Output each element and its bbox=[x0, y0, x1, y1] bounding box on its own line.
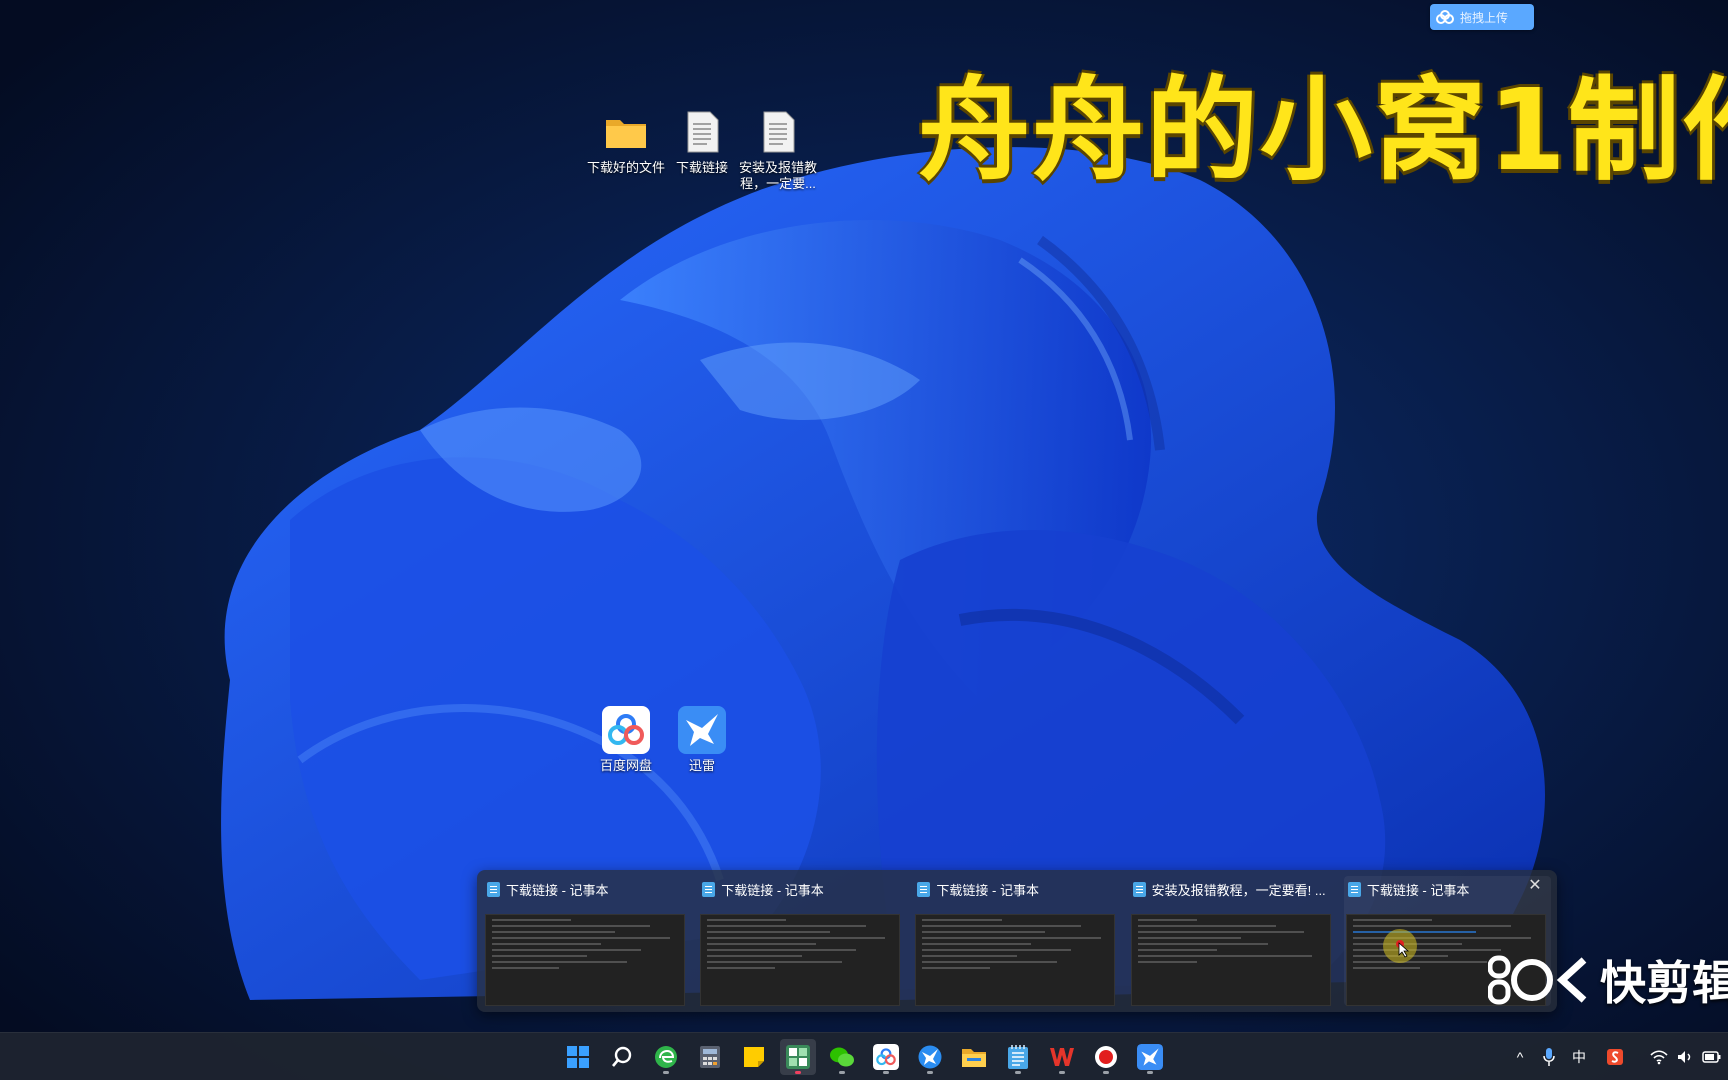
taskbar-app-wechat[interactable] bbox=[824, 1039, 860, 1075]
running-indicator bbox=[1059, 1071, 1065, 1074]
running-indicator bbox=[795, 1071, 801, 1074]
search-icon bbox=[612, 1046, 632, 1067]
taskbar: ^ 中 bbox=[0, 1032, 1728, 1080]
window-thumbnail bbox=[1130, 914, 1331, 1006]
start-icon bbox=[567, 1046, 589, 1068]
kuaijian-logo-text: 快剪辑 bbox=[1600, 957, 1728, 1009]
feishu-icon bbox=[1137, 1044, 1163, 1070]
window-preview-2[interactable]: 下载链接 - 记事本 bbox=[698, 876, 905, 1006]
watermark-title: 舟舟的小窝1制作 bbox=[918, 66, 1728, 196]
baidu-netdisk-icon bbox=[873, 1044, 899, 1070]
desktop-icon-label: 下载链接 bbox=[675, 160, 728, 175]
taskbar-app-notepad[interactable] bbox=[1000, 1039, 1036, 1075]
folder-icon bbox=[606, 120, 646, 148]
running-indicator bbox=[663, 1071, 669, 1074]
wifi-icon[interactable] bbox=[1650, 1049, 1668, 1065]
record-icon bbox=[1095, 1046, 1117, 1068]
notepad-icon bbox=[1132, 881, 1146, 897]
battery-icon[interactable] bbox=[1702, 1049, 1722, 1065]
window-thumbnail bbox=[485, 914, 685, 1006]
notepad-icon bbox=[702, 881, 716, 897]
taskbar-app-baidu-netdisk[interactable] bbox=[868, 1039, 904, 1075]
running-indicator bbox=[839, 1071, 845, 1074]
taskbar-app-xunlei[interactable] bbox=[912, 1039, 948, 1075]
running-indicator bbox=[1015, 1071, 1021, 1074]
notepad-icon bbox=[1347, 881, 1361, 897]
window-preview-1[interactable]: 下载链接 - 记事本 bbox=[483, 876, 690, 1006]
input-method-indicator[interactable]: 中 bbox=[1572, 1047, 1586, 1067]
kuaijian-logo: 快剪辑 bbox=[1488, 950, 1728, 1010]
drag-upload-label: 拖拽上传 bbox=[1460, 10, 1509, 25]
taskbar-app-task-view[interactable] bbox=[780, 1039, 816, 1075]
taskbar-app-sticky-notes[interactable] bbox=[736, 1039, 772, 1075]
kuaijian-logo-icon bbox=[1488, 955, 1587, 1005]
microphone-icon[interactable] bbox=[1542, 1047, 1556, 1067]
desktop-icon-label: 下载好的文件 bbox=[586, 160, 665, 175]
text-file-icon bbox=[687, 111, 719, 153]
desktop-icon-label: 安装及报错教程，一定要... bbox=[738, 160, 817, 191]
taskbar-app-feishu[interactable] bbox=[1132, 1039, 1168, 1075]
taskbar-app-browser[interactable] bbox=[648, 1039, 684, 1075]
text-file-icon bbox=[763, 111, 795, 153]
search-button[interactable] bbox=[604, 1039, 640, 1075]
file-explorer-icon bbox=[962, 1049, 986, 1067]
sticky-notes-icon bbox=[744, 1047, 764, 1067]
window-title: 下载链接 - 记事本 bbox=[506, 882, 609, 898]
running-indicator bbox=[927, 1071, 933, 1074]
window-preview-4[interactable]: 安装及报错教程，一定要看! ... bbox=[1129, 876, 1336, 1006]
window-title: 下载链接 - 记事本 bbox=[721, 882, 824, 898]
window-thumbnail bbox=[700, 914, 901, 1006]
window-title: 下载链接 - 记事本 bbox=[936, 882, 1039, 898]
baidu-netdisk-icon bbox=[602, 706, 650, 754]
desktop-icon-label: 百度网盘 bbox=[599, 758, 652, 773]
notepad-icon bbox=[917, 881, 931, 897]
close-icon[interactable]: ✕ bbox=[1525, 876, 1545, 896]
desktop-icon-label: 迅雷 bbox=[688, 758, 715, 773]
window-thumbnail bbox=[915, 914, 1116, 1006]
wps-icon bbox=[1050, 1048, 1074, 1066]
task-view-icon bbox=[786, 1045, 810, 1069]
desktop-icon-baidu-netdisk[interactable]: 百度网盘 bbox=[584, 706, 668, 774]
volume-icon[interactable] bbox=[1676, 1049, 1694, 1065]
running-indicator bbox=[883, 1071, 889, 1074]
sogou-ime-icon[interactable] bbox=[1606, 1048, 1624, 1066]
running-indicator bbox=[1103, 1071, 1109, 1074]
taskbar-app-file-explorer[interactable] bbox=[956, 1039, 992, 1075]
desktop-icon-downloaded-files[interactable]: 下载好的文件 bbox=[584, 108, 668, 176]
taskbar-app-wps[interactable] bbox=[1044, 1039, 1080, 1075]
show-hidden-icons-chevron[interactable]: ^ bbox=[1510, 1049, 1530, 1065]
desktop: 拖拽上传 舟舟的小窝1制作 下载好的文件 下载链接 安装及报错教程，一定要...… bbox=[0, 0, 1728, 1080]
xunlei-icon bbox=[678, 706, 726, 754]
xunlei-icon bbox=[918, 1045, 942, 1069]
notepad-icon bbox=[1008, 1045, 1028, 1069]
cloud-icon bbox=[1436, 10, 1454, 24]
start-button[interactable] bbox=[560, 1039, 596, 1075]
taskbar-app-calculator[interactable] bbox=[692, 1039, 728, 1075]
window-title: 安装及报错教程，一定要看! ... bbox=[1151, 882, 1326, 898]
running-indicator bbox=[1147, 1071, 1153, 1074]
taskbar-app-recorder[interactable] bbox=[1088, 1039, 1124, 1075]
wechat-icon bbox=[830, 1047, 854, 1067]
desktop-icon-download-links[interactable]: 下载链接 bbox=[660, 108, 744, 176]
edge-browser-icon bbox=[655, 1046, 677, 1068]
desktop-icon-xunlei[interactable]: 迅雷 bbox=[660, 706, 744, 774]
window-title: 下载链接 - 记事本 bbox=[1366, 882, 1470, 898]
window-preview-3[interactable]: 下载链接 - 记事本 bbox=[913, 876, 1120, 1006]
system-tray: ^ 中 bbox=[1510, 1033, 1722, 1080]
notepad-icon bbox=[487, 881, 500, 897]
calculator-icon bbox=[700, 1046, 720, 1068]
taskbar-window-preview: 下载链接 - 记事本 下载链接 - 记事本 下载链接 - 记事本 安装及报错教程… bbox=[477, 870, 1557, 1012]
desktop-icon-install-guide[interactable]: 安装及报错教程，一定要... bbox=[736, 108, 820, 192]
drag-upload-button[interactable]: 拖拽上传 bbox=[1430, 4, 1534, 30]
cursor-highlight-icon bbox=[1382, 929, 1417, 963]
